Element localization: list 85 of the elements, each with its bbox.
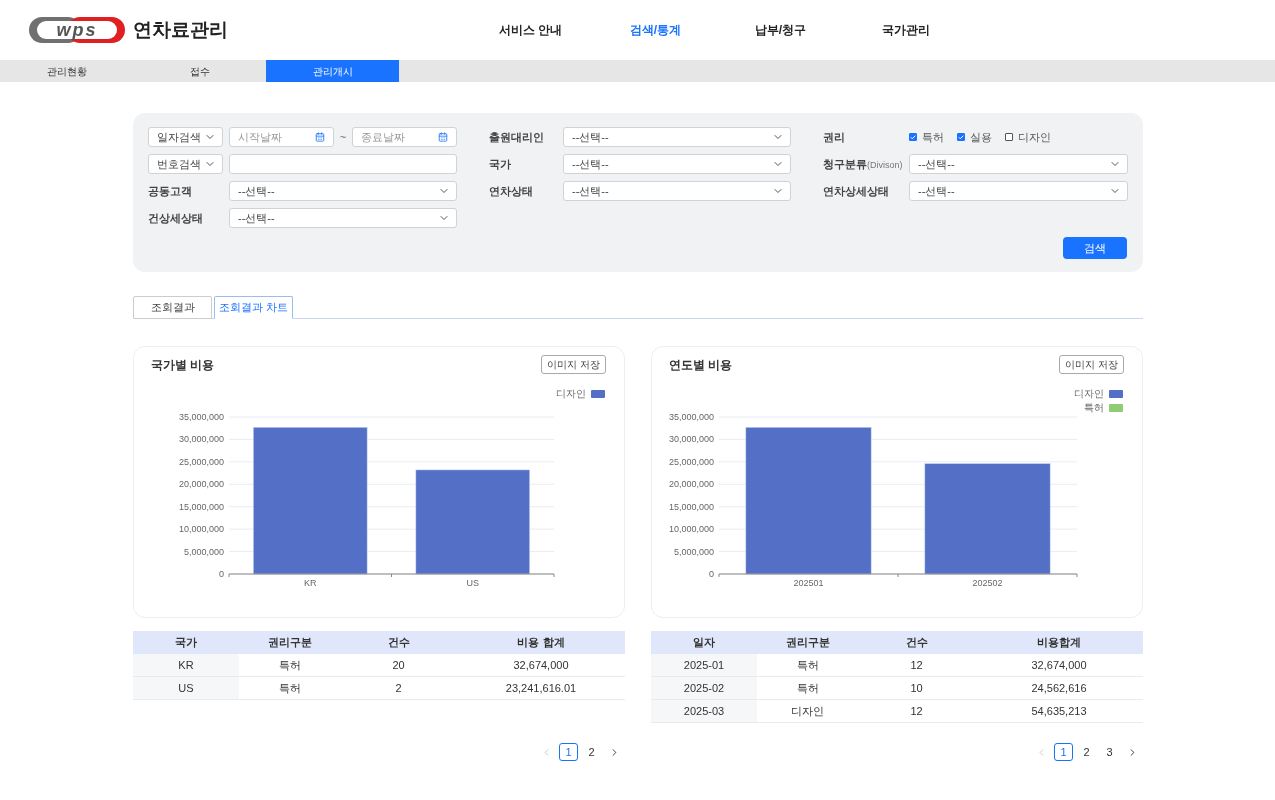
result-tab[interactable]: 조회결과 — [133, 296, 212, 319]
result-tab[interactable]: 조회결과 차트 — [214, 296, 293, 319]
legend-item: 특허 — [1084, 402, 1123, 413]
axis-tick-label: KR — [304, 578, 317, 588]
axis-tick-label: 20,000,000 — [178, 479, 224, 490]
table-cell: 2025-01 — [651, 654, 757, 676]
axis-tick-label: 10,000,000 — [668, 524, 714, 535]
dropdown[interactable]: --선택-- — [909, 154, 1128, 174]
app-title: 연차료관리 — [133, 17, 228, 42]
field-label: 출원대리인 — [489, 129, 545, 145]
page-button[interactable]: 1 — [559, 743, 578, 761]
table-cell: US — [133, 677, 239, 699]
page-button[interactable]: 1 — [1054, 743, 1073, 761]
search-button[interactable]: 검색 — [1063, 237, 1127, 259]
nav-link[interactable]: 검색/통계 — [593, 21, 718, 39]
axis-tick-label: 20,000,000 — [668, 479, 714, 490]
column-header: 국가 — [174, 635, 198, 651]
field-label: 연차상태 — [489, 183, 534, 199]
field-label: 청구분류(Divison) — [823, 156, 904, 172]
axis-tick-label: 10,000,000 — [178, 524, 224, 535]
calendar-icon — [438, 132, 448, 142]
column-header: 권리구분 — [266, 635, 313, 651]
column-header: 건수 — [386, 635, 411, 651]
checkbox-label: 디자인 — [1018, 129, 1051, 145]
subnav-tab[interactable]: 관리개시 — [266, 60, 399, 82]
page-button[interactable]: 2 — [1077, 743, 1096, 761]
legend-item: 디자인 — [556, 388, 605, 399]
column-header: 비용 합계 — [516, 635, 566, 651]
search-input[interactable] — [229, 154, 457, 174]
legend-item: 디자인 — [1074, 388, 1123, 399]
column-header: 일자 — [692, 635, 716, 651]
axis-tick-label: US — [466, 578, 479, 588]
table-cell: KR — [133, 654, 239, 676]
axis-tick-label: 0 — [219, 569, 224, 579]
save-image-button[interactable]: 이미지 저장 — [1059, 355, 1124, 374]
column-header: 권리구분 — [784, 635, 831, 651]
table-cell: 2025-02 — [651, 677, 757, 699]
subnav-tab[interactable]: 관리현황 — [0, 60, 133, 82]
axis-tick-label: 25,000,000 — [668, 456, 714, 467]
axis-tick-label: 202502 — [972, 578, 1003, 588]
checkbox-label: 실용 — [970, 129, 992, 145]
nav-link[interactable]: 국가관리 — [843, 21, 968, 39]
axis-tick-label: 15,000,000 — [178, 501, 224, 512]
axis-tick-label: 25,000,000 — [178, 456, 224, 467]
save-image-button[interactable]: 이미지 저장 — [541, 355, 606, 374]
checkbox[interactable] — [909, 133, 917, 141]
range-separator: ~ — [338, 129, 348, 145]
column-header: 건수 — [904, 635, 929, 651]
field-label: 권리 — [823, 129, 846, 145]
page-button[interactable]: 2 — [582, 743, 601, 761]
axis-tick-label: 5,000,000 — [183, 546, 224, 557]
axis-tick-label: 0 — [709, 569, 714, 579]
dropdown[interactable]: --선택-- — [563, 181, 791, 201]
axis-tick-label: 35,000,000 — [178, 412, 224, 422]
page-button[interactable]: 3 — [1100, 743, 1119, 761]
subnav-tab[interactable]: 접수 — [133, 60, 266, 82]
field-label: 공동고객 — [148, 183, 193, 199]
axis-tick-label: 15,000,000 — [668, 501, 714, 512]
axis-tick-label: 202501 — [793, 578, 824, 588]
calendar-icon — [315, 132, 325, 142]
chart-title: 국가별 비용 — [151, 356, 215, 374]
dropdown[interactable]: --선택-- — [563, 154, 791, 174]
axis-tick-label: 30,000,000 — [178, 434, 224, 445]
nav-link[interactable]: 서비스 안내 — [468, 21, 593, 39]
chart-title: 연도별 비용 — [669, 356, 733, 374]
field-label: 국가 — [489, 156, 512, 172]
dropdown[interactable]: 일자검색 — [148, 127, 223, 147]
dropdown[interactable]: --선택-- — [563, 127, 791, 147]
field-label: 연차상세상태 — [823, 183, 890, 199]
axis-tick-label: 35,000,000 — [668, 412, 714, 422]
dropdown[interactable]: --선택-- — [229, 208, 457, 228]
checkbox-label: 특허 — [922, 129, 944, 145]
nav-link[interactable]: 납부/청구 — [718, 21, 843, 39]
checkbox[interactable] — [957, 133, 965, 141]
checkbox[interactable] — [1005, 133, 1013, 141]
dropdown[interactable]: --선택-- — [229, 181, 457, 201]
logo: wps — [27, 15, 127, 45]
column-header: 비용합계 — [1036, 635, 1082, 651]
legend-label: 특허 — [1084, 402, 1104, 413]
axis-tick-label: 5,000,000 — [673, 546, 714, 557]
table-cell: 2025-03 — [651, 700, 757, 722]
field-label: 건상세상태 — [148, 210, 204, 226]
dropdown[interactable]: --선택-- — [909, 181, 1128, 201]
dropdown[interactable]: 번호검색 — [148, 154, 223, 174]
axis-tick-label: 30,000,000 — [668, 434, 714, 445]
